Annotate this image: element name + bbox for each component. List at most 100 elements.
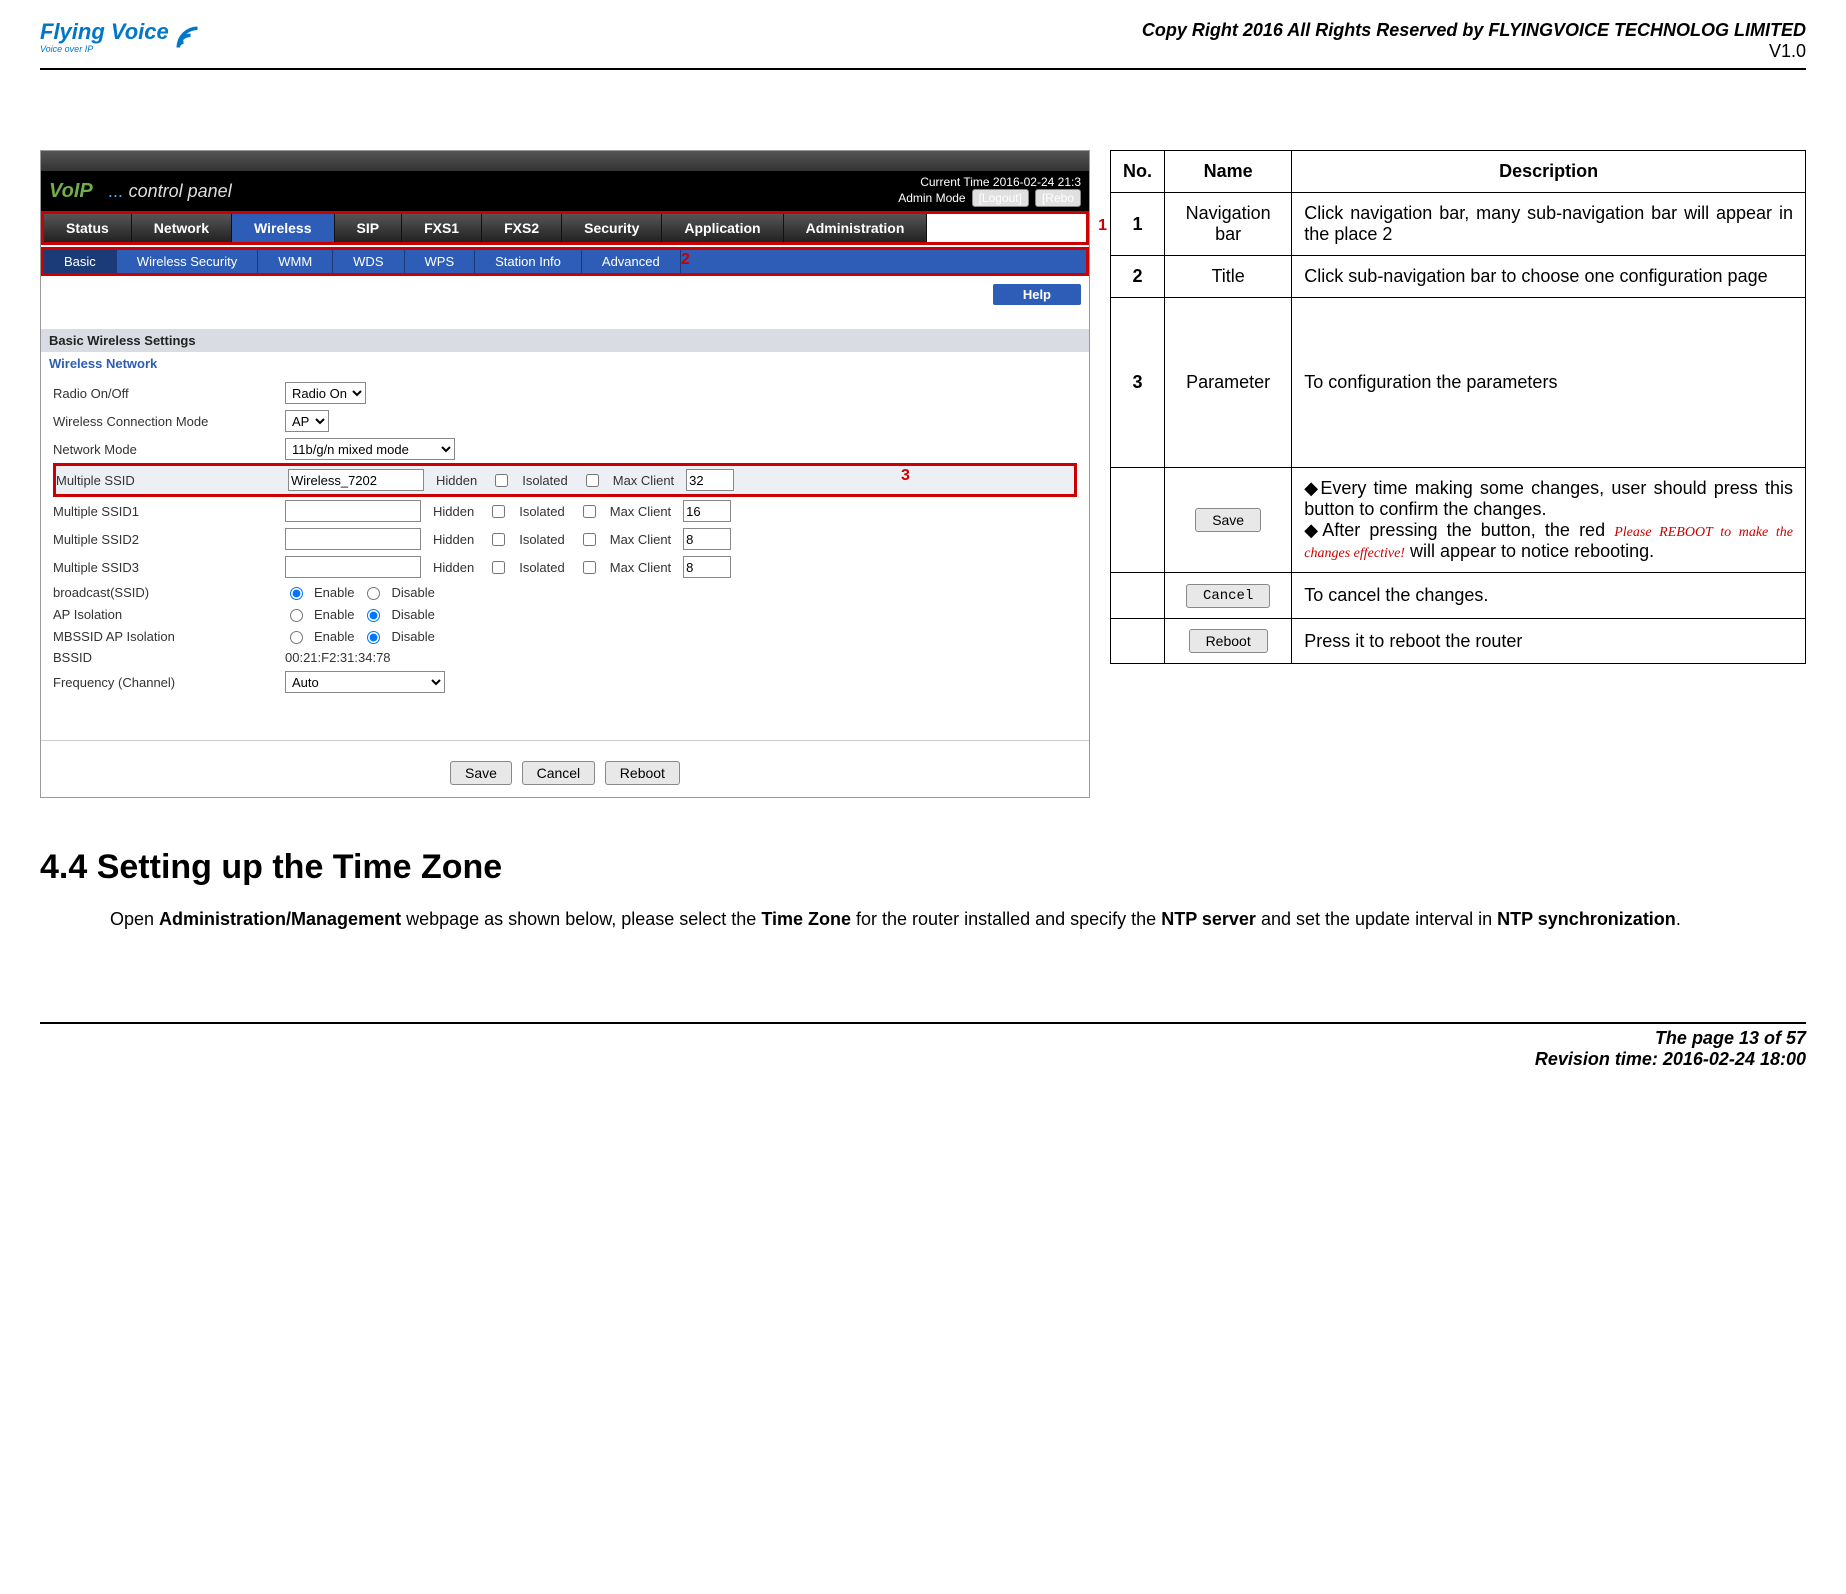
radio-label: Radio On/Off xyxy=(53,386,273,401)
nav-tab-network[interactable]: Network xyxy=(132,214,232,242)
wcm-select[interactable]: AP xyxy=(285,410,329,432)
disable-label2: Disable xyxy=(391,607,434,622)
current-time-value: 2016-02-24 21:3 xyxy=(993,175,1081,189)
r4-desc: Every time making some changes, user sho… xyxy=(1292,468,1806,573)
mssid1-hidden-checkbox[interactable] xyxy=(492,505,505,518)
isolated-label: Isolated xyxy=(522,473,568,488)
subnav-tab-station-info[interactable]: Station Info xyxy=(475,250,582,273)
mssid1-maxclient-input[interactable] xyxy=(683,500,731,522)
r4-d1: Every time making some changes, user sho… xyxy=(1304,478,1793,519)
r2-name: Title xyxy=(1165,256,1292,298)
mssid1-isolated-checkbox[interactable] xyxy=(583,505,596,518)
r4-d2a: After pressing the button, the red xyxy=(1322,520,1605,540)
table-row: 1 Navigation bar Click navigation bar, m… xyxy=(1111,193,1806,256)
table-header-row: No. Name Description xyxy=(1111,151,1806,193)
nav-tab-fxs1[interactable]: FXS1 xyxy=(402,214,482,242)
nav-tab-status[interactable]: Status xyxy=(44,214,132,242)
admin-mode-label: Admin Mode xyxy=(898,191,965,205)
subnav-tab-advanced[interactable]: Advanced xyxy=(582,250,681,273)
row-broadcast: broadcast(SSID) Enable Disable xyxy=(53,581,1077,603)
wcm-label: Wireless Connection Mode xyxy=(53,414,273,429)
mssid3-input[interactable] xyxy=(285,556,421,578)
apiso-label: AP Isolation xyxy=(53,607,273,622)
apiso-disable-radio[interactable] xyxy=(367,609,380,622)
r5-no-empty xyxy=(1111,573,1165,619)
mssid-label: Multiple SSID xyxy=(56,473,276,488)
enable-label: Enable xyxy=(314,585,354,600)
freq-label: Frequency (Channel) xyxy=(53,675,273,690)
mssid3-hidden-checkbox[interactable] xyxy=(492,561,505,574)
r5-img: Cancel xyxy=(1165,573,1292,619)
table-row: Reboot Press it to reboot the router xyxy=(1111,619,1806,664)
nav-tab-sip[interactable]: SIP xyxy=(335,214,403,242)
mbssid-enable-radio[interactable] xyxy=(290,631,303,644)
subnav-tab-wps[interactable]: WPS xyxy=(405,250,476,273)
callout-marker-3: 3 xyxy=(901,467,910,485)
wifi-icon xyxy=(173,23,201,51)
subnav-tab-wmm[interactable]: WMM xyxy=(258,250,333,273)
page-header: Flying Voice Voice over IP Copy Right 20… xyxy=(40,20,1806,70)
reboot-button[interactable]: Reboot xyxy=(605,761,680,785)
r5-desc: To cancel the changes. xyxy=(1292,573,1806,619)
r4-d2b: will appear to notice rebooting. xyxy=(1410,541,1654,561)
mssid3-isolated-checkbox[interactable] xyxy=(583,561,596,574)
mssid2-maxclient-input[interactable] xyxy=(683,528,731,550)
body-g: and set the update interval in xyxy=(1256,909,1497,929)
mssid3-label: Multiple SSID3 xyxy=(53,560,273,575)
row-freq: Frequency (Channel) Auto xyxy=(53,668,1077,696)
row-mbssid: MBSSID AP Isolation Enable Disable xyxy=(53,625,1077,647)
table-row: 3 Parameter To configuration the paramet… xyxy=(1111,298,1806,468)
isolated-label2: Isolated xyxy=(519,532,565,547)
mssid2-isolated-checkbox[interactable] xyxy=(583,533,596,546)
broadcast-disable-radio[interactable] xyxy=(367,587,380,600)
subnav-tab-wds[interactable]: WDS xyxy=(333,250,404,273)
table-row: Save Every time making some changes, use… xyxy=(1111,468,1806,573)
hidden-label: Hidden xyxy=(436,473,477,488)
reboot-top-button[interactable]: [Rebo xyxy=(1035,189,1081,207)
mssid-input[interactable] xyxy=(288,469,424,491)
mssid-hidden-checkbox[interactable] xyxy=(495,474,508,487)
page-number: The page 13 of 57 xyxy=(40,1028,1806,1049)
mssid3-maxclient-input[interactable] xyxy=(683,556,731,578)
apiso-enable-radio[interactable] xyxy=(290,609,303,622)
nm-select[interactable]: 11b/g/n mixed mode xyxy=(285,438,455,460)
mbssid-disable-radio[interactable] xyxy=(367,631,380,644)
mssid-maxclient-input[interactable] xyxy=(686,469,734,491)
maxclient-label: Max Client xyxy=(613,473,674,488)
r6-img: Reboot xyxy=(1165,619,1292,664)
body-c: webpage as shown below, please select th… xyxy=(401,909,761,929)
subnav-tab-wireless-security[interactable]: Wireless Security xyxy=(117,250,258,273)
nav-tab-security[interactable]: Security xyxy=(562,214,662,242)
enable-label2: Enable xyxy=(314,607,354,622)
subnav-tab-basic[interactable]: Basic xyxy=(44,250,117,273)
callout-marker-2: 2 xyxy=(681,251,690,269)
maxclient-label1: Max Client xyxy=(610,504,671,519)
mssid2-input[interactable] xyxy=(285,528,421,550)
router-screenshot: VoIP control panel Current Time 2016-02-… xyxy=(40,150,1090,798)
mssid1-label: Multiple SSID1 xyxy=(53,504,273,519)
r3-desc: To configuration the parameters xyxy=(1292,298,1806,468)
nav-tab-fxs2[interactable]: FXS2 xyxy=(482,214,562,242)
revision-time: Revision time: 2016-02-24 18:00 xyxy=(40,1049,1806,1070)
r1-no: 1 xyxy=(1111,193,1165,256)
nav-tab-application[interactable]: Application xyxy=(662,214,783,242)
logout-button[interactable]: [Logout] xyxy=(972,189,1029,207)
save-button[interactable]: Save xyxy=(450,761,512,785)
nav-tab-administration[interactable]: Administration xyxy=(784,214,928,242)
freq-select[interactable]: Auto xyxy=(285,671,445,693)
mssid2-hidden-checkbox[interactable] xyxy=(492,533,505,546)
body-h: NTP synchronization xyxy=(1497,909,1676,929)
cancel-img-button: Cancel xyxy=(1186,584,1270,608)
header-right: Current Time 2016-02-24 21:3 Admin Mode … xyxy=(898,175,1081,207)
mssid-isolated-checkbox[interactable] xyxy=(586,474,599,487)
mssid1-input[interactable] xyxy=(285,500,421,522)
version-text: V1.0 xyxy=(1142,41,1806,62)
nav-tab-wireless[interactable]: Wireless xyxy=(232,214,334,242)
help-button[interactable]: Help xyxy=(993,284,1081,305)
bssid-label: BSSID xyxy=(53,650,273,665)
section-body: Open Administration/Management webpage a… xyxy=(110,907,1806,932)
broadcast-enable-radio[interactable] xyxy=(290,587,303,600)
logo-subtext: Voice over IP xyxy=(40,44,169,54)
radio-select[interactable]: Radio On xyxy=(285,382,366,404)
cancel-button[interactable]: Cancel xyxy=(522,761,596,785)
